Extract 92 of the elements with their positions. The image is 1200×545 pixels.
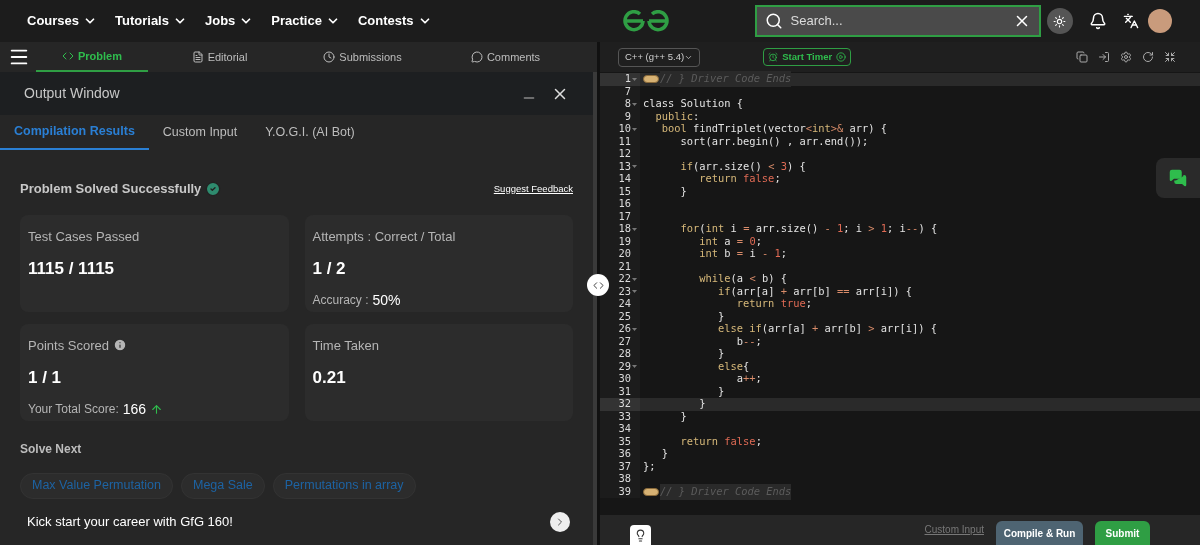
card-note-value: 50% [372,290,401,310]
fold-widget-icon[interactable] [643,487,659,496]
lightbulb-icon [634,528,647,542]
nav-menu[interactable]: Courses [27,11,98,31]
fold-icon[interactable] [632,276,637,282]
code-line: return false; [679,433,762,449]
fullscreen-icon[interactable] [1164,51,1176,63]
card-label: Time Taken [312,336,379,355]
output-tab[interactable]: Y.O.G.I. (AI Bot) [251,115,369,150]
chat-button[interactable] [1156,158,1200,198]
hint-button[interactable] [630,525,651,545]
code-line: int a = 0; [698,234,762,249]
alarm-clock-icon [768,52,779,62]
search-field[interactable]: Search... [754,5,1041,37]
card-label: Attempts : Correct / Total [312,227,456,246]
output-tab[interactable]: Custom Input [148,115,252,150]
card-value: 1 / 2 [312,258,347,280]
fold-icon[interactable] [632,101,637,107]
code-line: } [660,446,669,462]
card-note-value: 166 [122,399,147,419]
code-line: } [679,183,687,199]
problem-tab[interactable]: Editorial [148,42,291,72]
copy-icon[interactable] [1076,51,1088,63]
code-line: return true; [735,297,812,312]
card-note-label: Accuracy : [312,292,369,309]
nav-menu[interactable]: Jobs [204,11,254,31]
code-icon [592,279,604,291]
info-icon[interactable] [112,338,127,353]
card-label: Test Cases Passed [28,227,140,246]
nav-menu[interactable]: Tutorials [115,11,187,31]
arrow-up-icon [150,402,164,416]
speech-bubble-icon [470,51,483,63]
code-line: return false; [698,172,781,187]
chat-icon [1169,169,1187,187]
problem-tab[interactable]: Submissions [291,42,434,72]
code-line: }; [642,458,656,474]
card-label: Points Scored [28,336,109,355]
theme-toggle[interactable] [1046,8,1073,34]
search-icon [764,12,783,30]
check-icon [205,180,222,197]
sun-icon [1053,14,1067,28]
code-line: else{ [717,359,750,374]
next-button[interactable] [550,511,570,532]
code-line: int b = i - 1; [698,246,787,262]
settings-icon[interactable] [1120,51,1132,63]
fold-icon[interactable] [632,326,637,332]
code-line: } [717,346,725,362]
fold-icon[interactable] [632,76,637,82]
section-title: Solve Next [20,440,83,458]
status-text: Problem Solved Successfully [20,180,202,198]
code-line: } [717,383,725,399]
fold-icon[interactable] [632,164,637,170]
fold-icon[interactable] [632,289,637,295]
compile-run-button[interactable]: Compile & Run [996,521,1083,545]
code-line: } [717,308,725,324]
search-field[interactable]: Search... [790,11,1005,31]
nav-menu[interactable]: Contests [357,11,432,31]
fold-icon[interactable] [632,364,637,370]
document-icon [191,51,204,63]
code-icon [62,50,74,62]
code-line: if(arr[a] + arr[b] == arr[i]) { [717,284,913,299]
promo-text: Kick start your career with GfG 160! [27,512,233,531]
start-timer-button[interactable]: Start Timer [763,48,852,66]
fold-icon[interactable] [632,126,637,132]
card-value: 1 / 1 [28,367,63,389]
reset-icon[interactable] [1142,51,1154,63]
avatar[interactable] [1148,9,1172,33]
output-tab[interactable]: Compilation Results [0,115,149,150]
code-line: if(arr.size() < 3) { [679,158,806,174]
code-line: for(int i = arr.size() - 1; i > 1; i--) { [679,221,938,237]
import-icon[interactable] [1098,51,1110,63]
code-line: while(a < b) { [698,271,787,287]
clock-icon [323,51,336,63]
play-icon [836,52,847,62]
code-line: } [698,396,706,412]
fold-icon[interactable] [632,226,637,232]
feedback-link[interactable]: Suggest Feedback [493,181,573,196]
language-icon[interactable] [1122,13,1139,29]
code-line: bool findTriplet(vector<int>& arr) { [660,122,887,137]
window-title: Output Window [24,84,120,103]
code-line: sort(arr.begin() , arr.end()); [679,134,869,149]
card-value: 0.21 [312,367,347,389]
notification-icon[interactable] [1088,12,1107,30]
code-line: } [679,408,687,424]
card-note-label: Your Total Score: [28,401,119,418]
fold-widget-icon[interactable] [643,75,659,84]
code-line: a++; [735,372,762,387]
logo-icon[interactable] [621,10,670,32]
nav-menu[interactable]: Practice [271,11,340,31]
problem-tab[interactable]: Comments [434,42,577,72]
language-select[interactable]: C++ (g++ 5.4) [618,47,701,67]
card-value: 1115 / 1115 [28,258,116,280]
